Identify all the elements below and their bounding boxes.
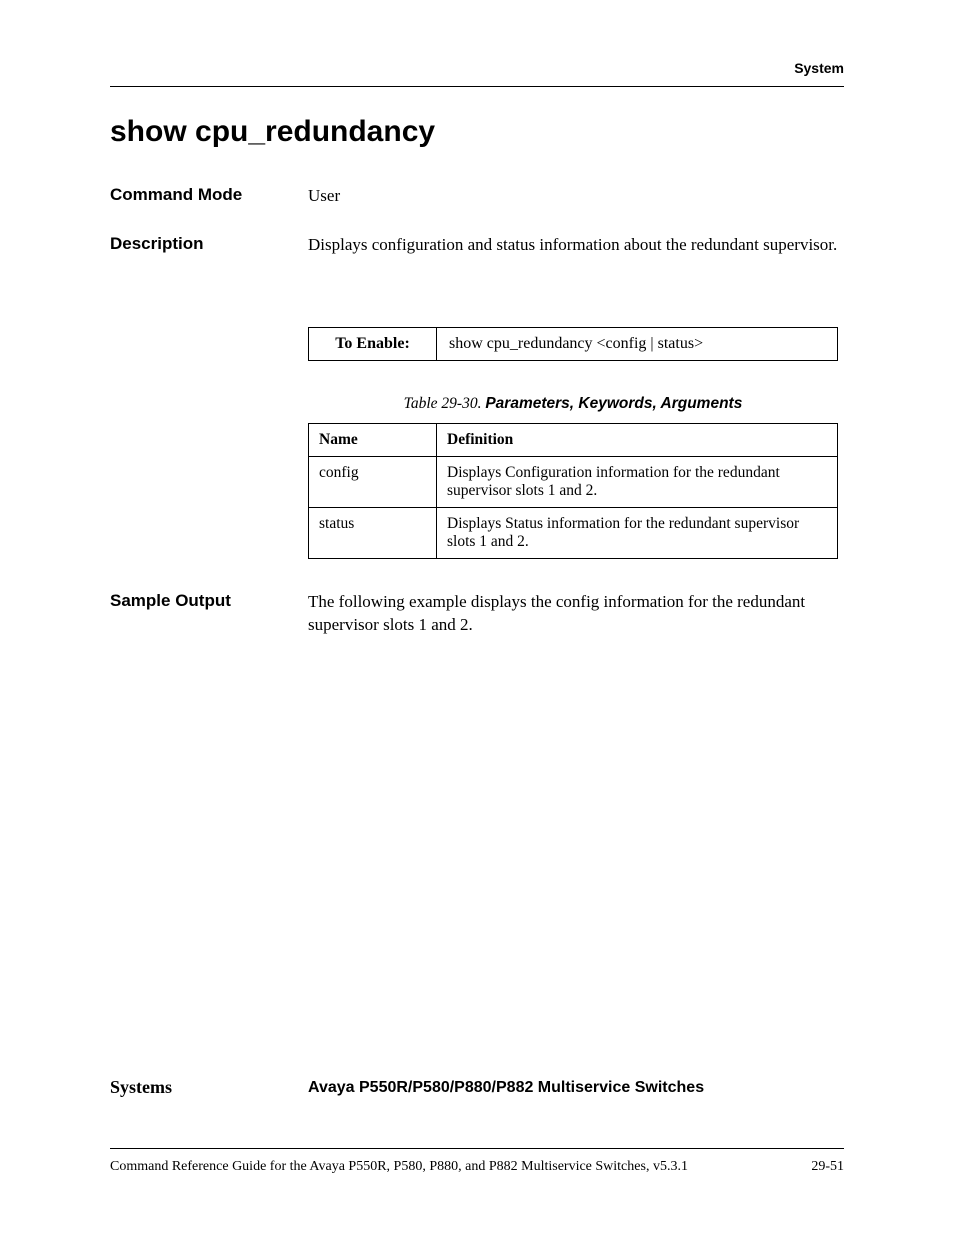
command-mode-row: Command Mode User	[110, 185, 844, 208]
systems-value: Avaya P550R/P580/P880/P882 Multiservice …	[308, 1077, 844, 1099]
table-row: config Displays Configuration informatio…	[309, 456, 838, 507]
param-definition: Displays Status information for the redu…	[437, 507, 838, 558]
table-caption-prefix: Table 29-30.	[404, 395, 482, 412]
param-name: status	[309, 507, 437, 558]
table-row: status Displays Status information for t…	[309, 507, 838, 558]
description-row: Description Displays configuration and s…	[110, 234, 844, 257]
syntax-row: To Enable: show cpu_redundancy <config |…	[309, 327, 838, 360]
sample-output-row: Sample Output The following example disp…	[110, 591, 844, 637]
description-value: Displays configuration and status inform…	[308, 234, 844, 257]
systems-row: Systems Avaya P550R/P580/P880/P882 Multi…	[110, 1077, 844, 1099]
param-name: config	[309, 456, 437, 507]
params-header-row: Name Definition	[309, 423, 838, 456]
params-header-name: Name	[309, 423, 437, 456]
footer-left: Command Reference Guide for the Avaya P5…	[110, 1159, 688, 1175]
params-header-definition: Definition	[437, 423, 838, 456]
systems-label: Systems	[110, 1077, 308, 1099]
syntax-table: To Enable: show cpu_redundancy <config |…	[308, 327, 838, 361]
header-section: System	[110, 60, 844, 87]
sample-output-label: Sample Output	[110, 591, 308, 637]
table-caption-title: Parameters, Keywords, Arguments	[485, 395, 742, 412]
table-caption: Table 29-30. Parameters, Keywords, Argum…	[308, 395, 838, 413]
params-table: Name Definition config Displays Configur…	[308, 423, 838, 559]
command-mode-label: Command Mode	[110, 185, 308, 208]
param-definition: Displays Configuration information for t…	[437, 456, 838, 507]
syntax-value: show cpu_redundancy <config | status>	[437, 327, 838, 360]
footer-right: 29-51	[811, 1159, 844, 1175]
syntax-key: To Enable:	[309, 327, 437, 360]
footer: Command Reference Guide for the Avaya P5…	[110, 1148, 844, 1175]
sample-output-value: The following example displays the confi…	[308, 591, 844, 637]
description-label: Description	[110, 234, 308, 257]
command-mode-value: User	[308, 185, 844, 208]
page-title: show cpu_redundancy	[110, 115, 844, 149]
header-section-label: System	[794, 60, 844, 76]
